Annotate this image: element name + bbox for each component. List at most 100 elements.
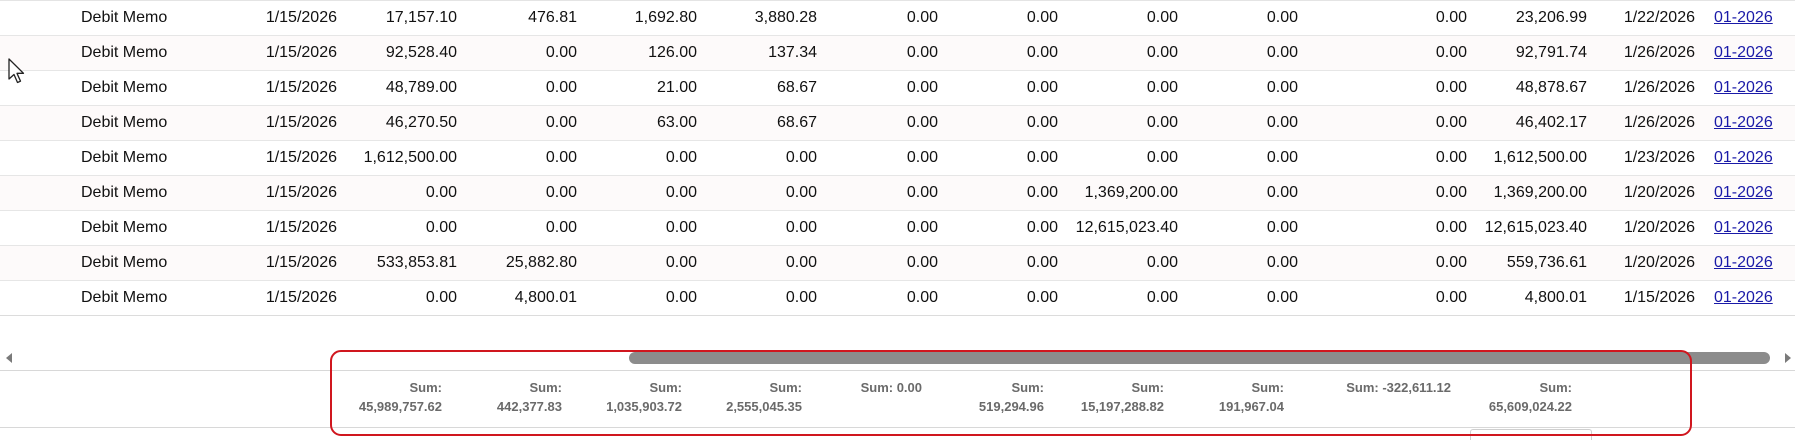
amount-cell: 0.00 — [906, 289, 938, 306]
amount-cell: 0.00 — [1435, 289, 1467, 306]
amount-cell: 0.00 — [785, 219, 817, 236]
table-bottom-divider — [0, 315, 1795, 316]
due-date-cell: 1/26/2026 — [1623, 114, 1695, 131]
amount-cell: 0.00 — [1435, 149, 1467, 166]
mouse-cursor-icon — [8, 58, 25, 84]
amount-cell: 0.00 — [665, 289, 697, 306]
amount-cell: 0.00 — [1146, 79, 1178, 96]
period-cell: 01-2026 — [1714, 141, 1795, 175]
table-row[interactable]: Debit Memo 1/15/2026 17,157.10 476.81 1,692.… — [0, 1, 1795, 36]
column-sum: Sum: 191,967.04 — [1124, 378, 1284, 416]
amount-cell: 0.00 — [1026, 79, 1058, 96]
period-cell: 01-2026 — [1714, 36, 1795, 70]
amount-cell: 21.00 — [656, 79, 697, 96]
amount-cell: 46,270.50 — [385, 114, 457, 131]
amount-cell: 0.00 — [1435, 44, 1467, 61]
table-row[interactable]: Debit Memo 1/15/2026 48,789.00 0.00 21.00 68.… — [0, 71, 1795, 106]
period-cell: 01-2026 — [1714, 1, 1795, 35]
amount-cell: 0.00 — [906, 184, 938, 201]
period-link[interactable]: 01-2026 — [1714, 9, 1773, 26]
table-row[interactable]: Debit Memo 1/15/2026 0.00 0.00 0.00 0.00 0.00 0… — [0, 176, 1795, 211]
doc-type-cell: Debit Memo — [81, 9, 168, 26]
amount-cell: 0.00 — [1435, 219, 1467, 236]
due-date-cell: 1/20/2026 — [1623, 254, 1695, 271]
amount-cell: 4,800.01 — [1524, 289, 1587, 306]
amount-cell: 0.00 — [1266, 79, 1298, 96]
amount-cell: 0.00 — [1026, 219, 1058, 236]
doc-date-cell: 1/15/2026 — [265, 9, 337, 26]
doc-date-cell: 1/15/2026 — [265, 149, 337, 166]
amount-cell: 46,402.17 — [1515, 114, 1587, 131]
amount-cell: 63.00 — [656, 114, 697, 131]
amount-cell: 4,800.01 — [514, 289, 577, 306]
amount-cell: 92,791.74 — [1515, 44, 1587, 61]
period-cell: 01-2026 — [1714, 246, 1795, 280]
period-link[interactable]: 01-2026 — [1714, 149, 1773, 166]
sum-value: 2,555,045.35 — [726, 399, 802, 414]
amount-cell: 0.00 — [1146, 289, 1178, 306]
scroll-left-arrow-icon[interactable] — [6, 353, 12, 363]
period-link[interactable]: 01-2026 — [1714, 79, 1773, 96]
amount-cell: 0.00 — [545, 79, 577, 96]
amount-cell: 0.00 — [665, 149, 697, 166]
period-link[interactable]: 01-2026 — [1714, 219, 1773, 236]
amount-cell: 68.67 — [776, 114, 817, 131]
scroll-right-arrow-icon[interactable] — [1785, 353, 1791, 363]
period-cell: 01-2026 — [1714, 176, 1795, 210]
amount-cell: 0.00 — [545, 219, 577, 236]
doc-type-cell: Debit Memo — [81, 114, 168, 131]
summary-footer-row: Sum: 45,989,757.62 Sum: 442,377.83 Sum: 1,035… — [0, 370, 1795, 428]
amount-cell: 0.00 — [1266, 184, 1298, 201]
column-sum: Sum: 65,609,024.22 — [1412, 378, 1572, 416]
due-date-cell: 1/22/2026 — [1623, 9, 1695, 26]
amount-cell: 137.34 — [768, 44, 817, 61]
period-link[interactable]: 01-2026 — [1714, 254, 1773, 271]
period-link[interactable]: 01-2026 — [1714, 44, 1773, 61]
doc-date-cell: 1/15/2026 — [265, 184, 337, 201]
table-row[interactable]: Debit Memo 1/15/2026 1,612,500.00 0.00 0.00 0… — [0, 141, 1795, 176]
amount-cell: 0.00 — [1146, 114, 1178, 131]
data-table: Debit Memo 1/15/2026 17,157.10 476.81 1,692.… — [0, 0, 1795, 316]
amount-cell: 0.00 — [906, 219, 938, 236]
amount-cell: 1,369,200.00 — [1084, 184, 1178, 201]
period-link[interactable]: 01-2026 — [1714, 114, 1773, 131]
period-link[interactable]: 01-2026 — [1714, 184, 1773, 201]
doc-date-cell: 1/15/2026 — [265, 219, 337, 236]
doc-type-cell: Debit Memo — [81, 44, 168, 61]
amount-cell: 0.00 — [1266, 44, 1298, 61]
amount-cell: 17,157.10 — [385, 9, 457, 26]
amount-cell: 559,736.61 — [1506, 254, 1587, 271]
table-row[interactable]: Debit Memo 1/15/2026 46,270.50 0.00 63.00 68.… — [0, 106, 1795, 141]
amount-cell: 0.00 — [1266, 289, 1298, 306]
amount-cell: 0.00 — [425, 289, 457, 306]
table-row[interactable]: Debit Memo 1/15/2026 92,528.40 0.00 126.00 13… — [0, 36, 1795, 71]
scrollbar-thumb[interactable] — [629, 352, 1770, 364]
amount-cell: 0.00 — [1435, 254, 1467, 271]
sum-value: 191,967.04 — [1218, 399, 1284, 414]
amount-cell: 12,615,023.40 — [1075, 219, 1178, 236]
amount-cell: 0.00 — [545, 184, 577, 201]
period-link[interactable]: 01-2026 — [1714, 289, 1773, 306]
doc-type-cell: Debit Memo — [81, 149, 168, 166]
table-row[interactable]: Debit Memo 1/15/2026 533,853.81 25,882.80 0.… — [0, 246, 1795, 281]
doc-date-cell: 1/15/2026 — [265, 79, 337, 96]
table-row[interactable]: Debit Memo 1/15/2026 0.00 4,800.01 0.00 0.00 0… — [0, 281, 1795, 316]
amount-cell: 0.00 — [906, 79, 938, 96]
amount-cell: 0.00 — [785, 289, 817, 306]
amount-cell: 0.00 — [665, 219, 697, 236]
sum-label: Sum: — [1539, 380, 1573, 395]
amount-cell: 68.67 — [776, 79, 817, 96]
amount-cell: 1,692.80 — [634, 9, 697, 26]
amount-cell: 0.00 — [545, 149, 577, 166]
doc-date-cell: 1/15/2026 — [265, 44, 337, 61]
period-cell: 01-2026 — [1714, 211, 1795, 245]
amount-cell: 0.00 — [545, 114, 577, 131]
horizontal-scrollbar[interactable] — [0, 349, 1795, 367]
amount-cell: 0.00 — [1146, 149, 1178, 166]
amount-cell: 1,369,200.00 — [1493, 184, 1587, 201]
table-row[interactable]: Debit Memo 1/15/2026 0.00 0.00 0.00 0.00 0.00 0… — [0, 211, 1795, 246]
amount-cell: 92,528.40 — [385, 44, 457, 61]
due-date-cell: 1/23/2026 — [1623, 149, 1695, 166]
doc-type-cell: Debit Memo — [81, 219, 168, 236]
doc-type-cell: Debit Memo — [81, 254, 168, 271]
